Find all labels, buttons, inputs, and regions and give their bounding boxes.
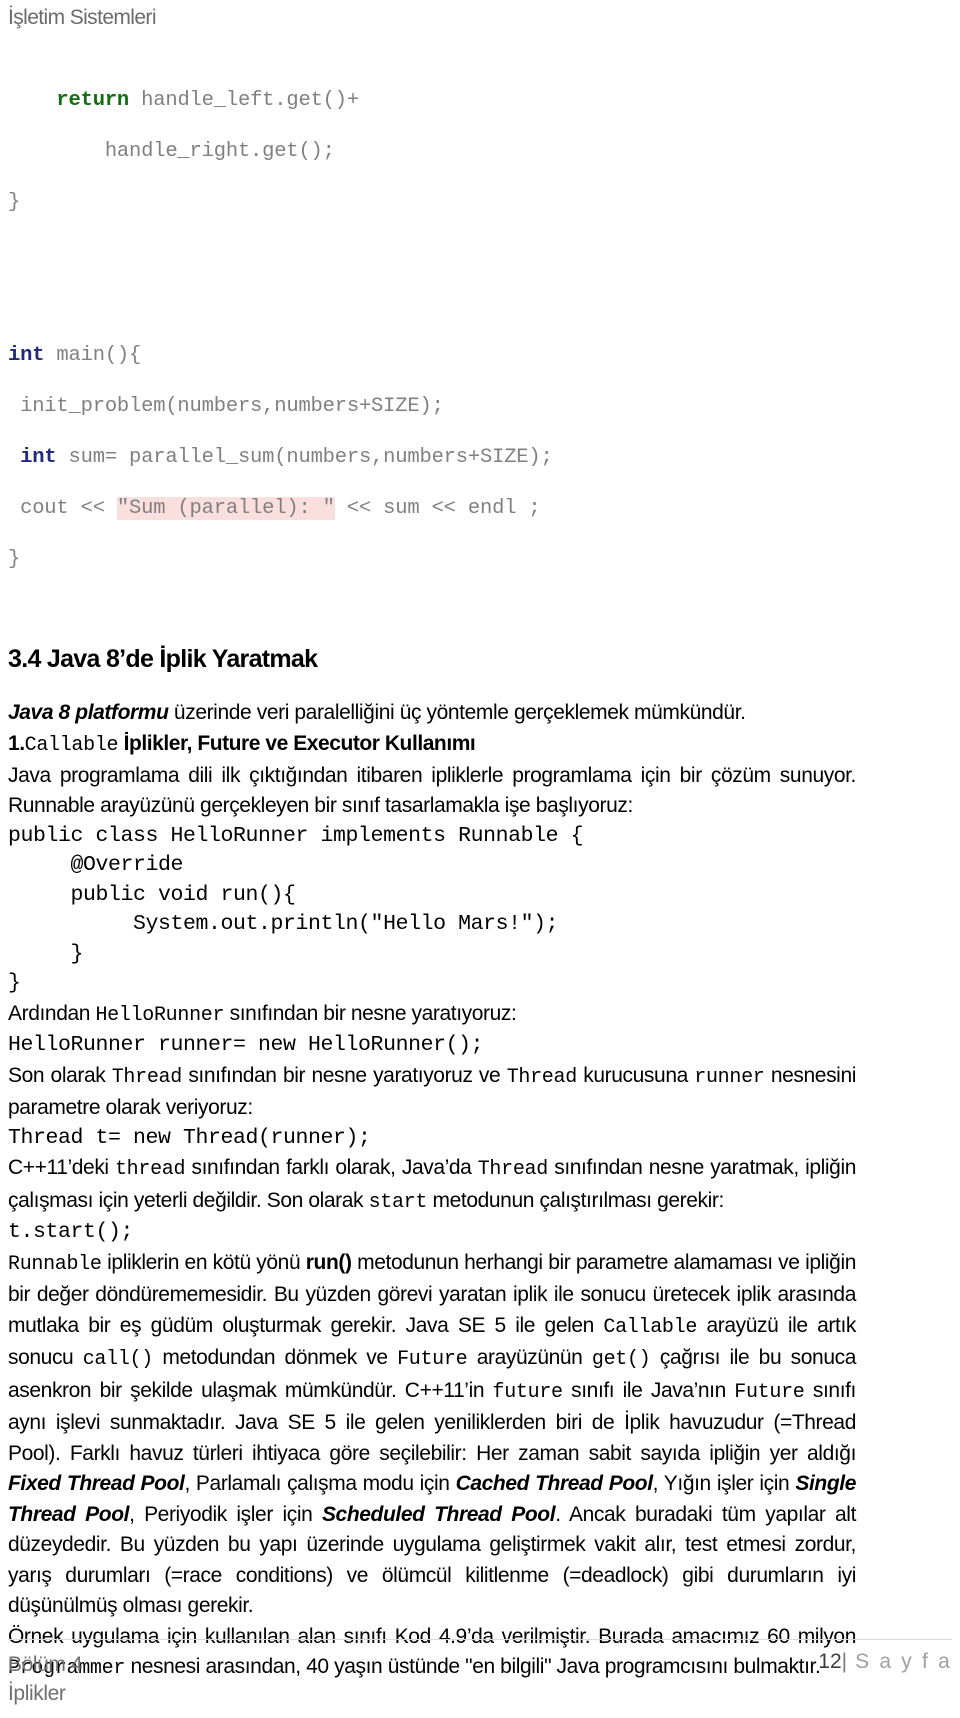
code-string-literal: "Sum (parallel): " [116,496,335,520]
inline-code-thread-lower: thread [114,1158,186,1181]
code-line: init_problem(numbers,numbers+SIZE); [8,394,444,418]
footer-page-number: 12 [818,1650,842,1673]
footer-separator: | [841,1650,848,1673]
text-segment: sınıfından bir nesne yaratıyoruz ve [181,1063,507,1087]
cpp-code-block: return handle_left.get()+ handle_right.g… [8,62,856,623]
inline-code-future-lower: future [492,1380,564,1404]
inline-code-thread: Thread [477,1158,549,1181]
list-item-mono-term: Callable [24,733,119,757]
document-page: İşletim Sistemleri return handle_left.ge… [0,0,960,1718]
paragraph-thread-intro: Son olarak Thread sınıfından bir nesne y… [8,1061,856,1124]
footer-chapter-subtitle: İplikler [8,1682,66,1705]
text-segment: ipliklerin en kötü yönü [101,1250,306,1274]
inline-code-runner: runner [694,1065,765,1089]
term-fixed-thread-pool: Fixed Thread Pool [8,1472,185,1495]
inline-code-start: start [368,1190,428,1214]
inline-code-get: get() [591,1348,651,1371]
inline-code-thread: Thread [506,1065,578,1089]
text-segment: sınıfı ile Java’nın [562,1378,735,1402]
term-scheduled-thread-pool: Scheduled Thread Pool [321,1502,556,1526]
paragraph-cpp-difference: C++11’deki thread sınıfından farklı olar… [8,1153,856,1218]
code-line: cout << "Sum (parallel): " << sum << end… [8,496,541,520]
text-segment: C++11’deki [8,1156,115,1179]
footer-chapter-block: Bölüm 4 İplikler [8,1650,83,1708]
java-snippet-hellorunner-class: public class HelloRunner implements Runn… [8,823,584,996]
code-keyword-int: int [20,445,57,469]
code-keyword-int: int [8,343,45,367]
code-line: return handle_left.get()+ [56,88,359,112]
text-segment: , Parlamalı çalışma modu için [184,1472,456,1495]
footer-chapter: Bölüm 4 [8,1653,83,1676]
list-item-rest: İplikler, Future ve Executor Kullanımı [118,731,476,755]
intro-paragraph: Java 8 platformu üzerinde veri paralelli… [8,698,856,729]
paragraph-after-class: Ardından HelloRunner sınıfından bir nesn… [8,999,856,1032]
paragraph-runnable-intro: Java programlama dili ilk çıktığından it… [8,763,856,818]
code-line: int main(){ [8,343,142,367]
inline-code-future: Future [397,1348,468,1371]
text-segment: arayüzünün [467,1346,592,1369]
code-line: } [8,547,21,571]
term-cached-thread-pool: Cached Thread Pool [455,1472,653,1495]
text-segment: metodundan dönmek ve [152,1346,398,1369]
text-segment: kurucusuna [576,1063,695,1087]
running-head: İşletim Sistemleri [8,6,156,29]
text-segment: sınıfından bir nesne yaratıyoruz: [224,1001,517,1025]
page-footer: Bölüm 4 İplikler 12| S a y f a [8,1639,952,1708]
java-snippet-thread-instantiation: Thread t= new Thread(runner); [8,1125,371,1150]
code-line: int sum= parallel_sum(numbers,numbers+SI… [20,445,553,469]
intro-rest: üzerinde veri paralelliğini üç yöntemle … [168,701,746,724]
paragraph-runnable-callable-future: Runnable ipliklerin en kötü yönü run() m… [8,1248,856,1622]
text-segment: Son olarak [8,1063,112,1087]
code-line: } [8,190,21,214]
code-line: handle_right.get(); [8,139,335,163]
text-segment: Ardından [8,1001,96,1025]
text-segment: , Yığın işler için [652,1472,796,1495]
list-item-number: 1. [8,731,25,755]
page-content: return handle_left.get()+ handle_right.g… [8,62,856,1685]
inline-code-callable: Callable [603,1315,698,1339]
java-snippet-runner-instantiation: HelloRunner runner= new HelloRunner(); [8,1033,484,1057]
inline-code-call: call() [82,1348,154,1371]
inline-bold-run: run() [305,1250,352,1274]
inline-code-runnable: Runnable [8,1252,102,1276]
inline-code-hellorunner: HelloRunner [95,1003,225,1027]
text-segment: sınıfından farklı olarak, Java’da [185,1156,478,1179]
list-item-1-heading: 1.Callable İplikler, Future ve Executor … [8,729,856,761]
inline-code-thread: Thread [111,1065,183,1089]
java-snippet-thread-start: t.start(); [8,1220,134,1244]
footer-pagination: 12| S a y f a [818,1650,952,1674]
inline-code-future: Future [734,1380,805,1404]
footer-page-word: S a y f a [855,1650,952,1673]
intro-bold-term: Java 8 platformu [8,701,169,724]
code-keyword-return: return [56,88,130,112]
text-segment: metodunun çalıştırılması gerekir: [427,1188,725,1212]
section-heading: 3.4 Java 8’de İplik Yaratmak [8,645,318,673]
text-segment: , Periyodik işler için [129,1502,322,1526]
